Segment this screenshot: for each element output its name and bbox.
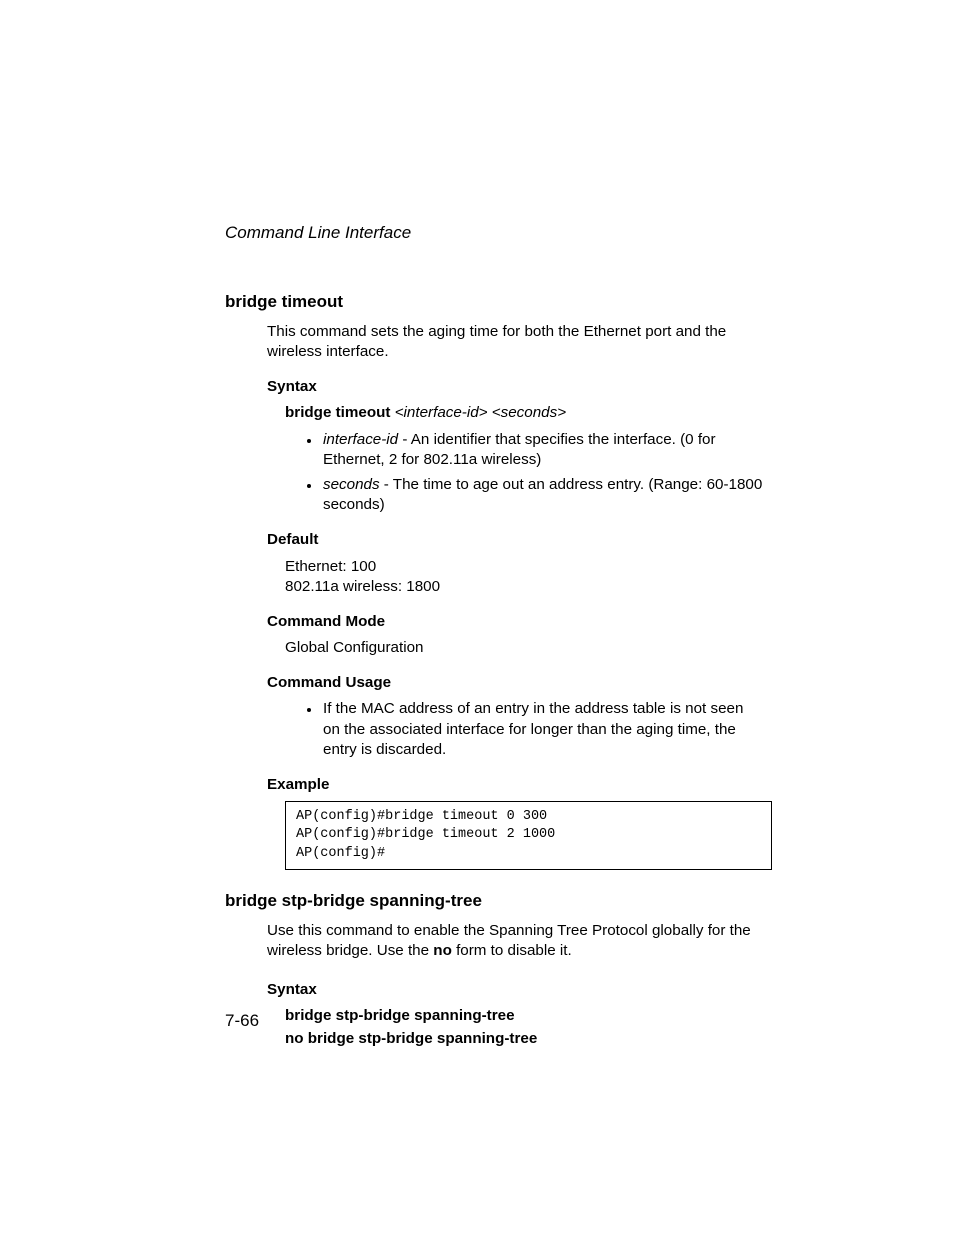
command-mode-body: Global Configuration	[285, 638, 794, 659]
syntax-head: Syntax	[267, 377, 794, 398]
syntax-command: bridge timeout	[285, 404, 390, 421]
default-head: Default	[267, 530, 794, 551]
usage-bullet: If the MAC address of an entry in the ad…	[321, 699, 764, 761]
syntax-line: no bridge stp-bridge spanning-tree	[285, 1029, 794, 1050]
param-name: seconds	[323, 476, 380, 493]
param-name: interface-id	[323, 431, 398, 448]
default-line: Ethernet: 100	[285, 557, 794, 578]
syntax-param: interface-id - An identifier that specif…	[321, 430, 764, 471]
page: Command Line Interface bridge timeout Th…	[0, 0, 954, 1235]
section-title-bridge-timeout: bridge timeout	[225, 291, 794, 314]
syntax-param: seconds - The time to age out an address…	[321, 475, 764, 516]
command-usage-head: Command Usage	[267, 673, 794, 694]
syntax-line: bridge stp-bridge spanning-tree	[285, 1006, 794, 1027]
syntax-line: bridge timeout <interface-id> <seconds>	[285, 403, 794, 424]
intro-bold-no: no	[433, 942, 452, 959]
example-head: Example	[267, 775, 794, 796]
intro-text-b: form to disable it.	[452, 942, 572, 959]
section-intro: Use this command to enable the Spanning …	[267, 921, 764, 962]
default-body: Ethernet: 100 802.11a wireless: 1800	[285, 557, 794, 598]
usage-list: If the MAC address of an entry in the ad…	[225, 699, 764, 761]
running-head: Command Line Interface	[225, 222, 794, 245]
syntax-head: Syntax	[267, 980, 794, 1001]
section-intro: This command sets the aging time for bot…	[267, 322, 764, 363]
default-line: 802.11a wireless: 1800	[285, 577, 794, 598]
param-desc: - The time to age out an address entry. …	[323, 476, 762, 514]
example-code-block: AP(config)#bridge timeout 0 300 AP(confi…	[285, 801, 772, 870]
syntax-args: <interface-id> <seconds>	[390, 404, 566, 421]
command-mode-head: Command Mode	[267, 612, 794, 633]
section-title-stp-bridge: bridge stp-bridge spanning-tree	[225, 890, 794, 913]
syntax-params-list: interface-id - An identifier that specif…	[225, 430, 764, 516]
page-number: 7-66	[225, 1010, 259, 1033]
